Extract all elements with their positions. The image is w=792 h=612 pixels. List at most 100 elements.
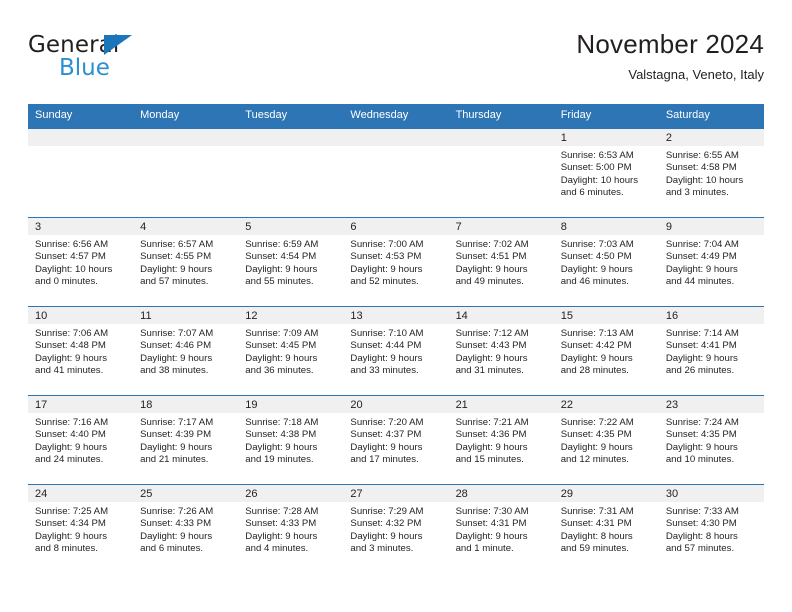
- day-details: Sunrise: 7:16 AM Sunset: 4:40 PM Daylight:…: [28, 413, 133, 467]
- daylight-text-line1: Daylight: 9 hours: [455, 263, 528, 275]
- daylight-text-line2: and 24 minutes.: [35, 454, 104, 466]
- calendar-day-cell[interactable]: 23 Sunrise: 7:24 AM Sunset: 4:35 PM Dayligh…: [658, 395, 764, 485]
- day-details: Sunrise: 7:17 AM Sunset: 4:39 PM Daylight:…: [133, 413, 238, 467]
- sunrise-text: Sunrise: 6:57 AM: [140, 239, 214, 250]
- daylight-text-line2: and 10 minutes.: [665, 454, 735, 466]
- sunrise-text: Sunrise: 7:28 AM: [245, 506, 319, 517]
- calendar-day-cell[interactable]: 5 Sunrise: 6:59 AM Sunset: 4:54 PM Daylight…: [238, 217, 344, 307]
- calendar-day-cell[interactable]: 10 Sunrise: 7:06 AM Sunset: 4:48 PM Dayligh…: [28, 306, 134, 396]
- sunset-text: Sunset: 5:00 PM: [560, 162, 632, 174]
- day-number: 13: [343, 307, 449, 324]
- sunrise-text: Sunrise: 6:55 AM: [665, 150, 739, 161]
- calendar-day-cell[interactable]: 21 Sunrise: 7:21 AM Sunset: 4:36 PM Dayligh…: [448, 395, 554, 485]
- calendar-day-cell[interactable]: 17 Sunrise: 7:16 AM Sunset: 4:40 PM Dayligh…: [28, 395, 134, 485]
- day-number: 7: [448, 218, 554, 235]
- weekday-header-saturday: Saturday: [658, 104, 764, 129]
- calendar-day-cell[interactable]: 22 Sunrise: 7:22 AM Sunset: 4:35 PM Dayligh…: [553, 395, 659, 485]
- sunrise-text: Sunrise: 7:21 AM: [455, 417, 529, 428]
- logo-triangle-icon: [104, 35, 132, 55]
- daylight-text-line2: and 55 minutes.: [245, 276, 314, 288]
- daylight-text-line1: Daylight: 9 hours: [350, 441, 423, 453]
- daylight-text-line2: and 46 minutes.: [560, 276, 629, 288]
- calendar-day-cell[interactable]: 7 Sunrise: 7:02 AM Sunset: 4:51 PM Daylight…: [448, 217, 554, 307]
- daylight-text-line1: Daylight: 10 hours: [560, 174, 639, 186]
- calendar-day-cell[interactable]: 25 Sunrise: 7:26 AM Sunset: 4:33 PM Dayligh…: [133, 484, 239, 573]
- day-details: Sunrise: 6:53 AM Sunset: 5:00 PM Daylight:…: [554, 146, 659, 200]
- daylight-text-line2: and 41 minutes.: [35, 365, 104, 377]
- calendar-day-cell[interactable]: 15 Sunrise: 7:13 AM Sunset: 4:42 PM Dayligh…: [553, 306, 659, 396]
- calendar-day-cell[interactable]: 19 Sunrise: 7:18 AM Sunset: 4:38 PM Dayligh…: [238, 395, 344, 485]
- sunrise-text: Sunrise: 7:07 AM: [140, 328, 214, 339]
- daylight-text-line1: Daylight: 9 hours: [140, 441, 213, 453]
- calendar-day-cell[interactable]: 11 Sunrise: 7:07 AM Sunset: 4:46 PM Dayligh…: [133, 306, 239, 396]
- calendar-day-cell[interactable]: 29 Sunrise: 7:31 AM Sunset: 4:31 PM Dayligh…: [553, 484, 659, 573]
- calendar-day-cell[interactable]: 16 Sunrise: 7:14 AM Sunset: 4:41 PM Dayligh…: [658, 306, 764, 396]
- daylight-text-line2: and 52 minutes.: [350, 276, 419, 288]
- day-details: Sunrise: 7:14 AM Sunset: 4:41 PM Daylight:…: [659, 324, 764, 378]
- daylight-text-line1: Daylight: 9 hours: [245, 352, 318, 364]
- day-number: 21: [448, 396, 554, 413]
- calendar-day-cell-empty: [343, 128, 449, 218]
- calendar-week-row: 24 Sunrise: 7:25 AM Sunset: 4:34 PM Dayligh…: [28, 484, 764, 573]
- daylight-text-line1: Daylight: 9 hours: [560, 352, 633, 364]
- day-number: 14: [448, 307, 554, 324]
- day-number: 27: [343, 485, 449, 502]
- sunrise-text: Sunrise: 7:16 AM: [35, 417, 109, 428]
- sunset-text: Sunset: 4:43 PM: [455, 340, 527, 352]
- calendar-day-cell[interactable]: 28 Sunrise: 7:30 AM Sunset: 4:31 PM Dayligh…: [448, 484, 554, 573]
- calendar-day-cell[interactable]: 12 Sunrise: 7:09 AM Sunset: 4:45 PM Dayligh…: [238, 306, 344, 396]
- sunrise-text: Sunrise: 7:12 AM: [455, 328, 529, 339]
- calendar-day-cell[interactable]: 30 Sunrise: 7:33 AM Sunset: 4:30 PM Dayligh…: [658, 484, 764, 573]
- daylight-text-line2: and 33 minutes.: [350, 365, 419, 377]
- sunset-text: Sunset: 4:32 PM: [350, 518, 422, 530]
- sunset-text: Sunset: 4:45 PM: [245, 340, 317, 352]
- calendar-day-cell[interactable]: 13 Sunrise: 7:10 AM Sunset: 4:44 PM Dayligh…: [343, 306, 449, 396]
- sunrise-text: Sunrise: 7:22 AM: [560, 417, 634, 428]
- day-details: Sunrise: 6:57 AM Sunset: 4:55 PM Daylight:…: [133, 235, 238, 289]
- calendar-day-cell[interactable]: 24 Sunrise: 7:25 AM Sunset: 4:34 PM Dayligh…: [28, 484, 134, 573]
- daylight-text-line2: and 49 minutes.: [455, 276, 524, 288]
- calendar-day-cell[interactable]: 26 Sunrise: 7:28 AM Sunset: 4:33 PM Dayligh…: [238, 484, 344, 573]
- calendar-day-cell[interactable]: 2 Sunrise: 6:55 AM Sunset: 4:58 PM Daylight…: [658, 128, 764, 218]
- calendar-day-cell[interactable]: 9 Sunrise: 7:04 AM Sunset: 4:49 PM Daylight…: [658, 217, 764, 307]
- day-number: 12: [238, 307, 344, 324]
- day-number: 17: [28, 396, 134, 413]
- sunset-text: Sunset: 4:44 PM: [350, 340, 422, 352]
- day-number: 15: [553, 307, 659, 324]
- sunrise-text: Sunrise: 7:14 AM: [665, 328, 739, 339]
- sunset-text: Sunset: 4:33 PM: [140, 518, 212, 530]
- day-details: Sunrise: 7:21 AM Sunset: 4:36 PM Daylight:…: [449, 413, 554, 467]
- sunset-text: Sunset: 4:57 PM: [35, 251, 106, 263]
- day-number: 30: [658, 485, 764, 502]
- calendar-day-cell[interactable]: 18 Sunrise: 7:17 AM Sunset: 4:39 PM Dayligh…: [133, 395, 239, 485]
- calendar-day-cell[interactable]: 8 Sunrise: 7:03 AM Sunset: 4:50 PM Daylight…: [553, 217, 659, 307]
- general-blue-logo[interactable]: General Blue: [28, 32, 258, 90]
- sunset-text: Sunset: 4:41 PM: [665, 340, 737, 352]
- weekday-header-friday: Friday: [553, 104, 659, 129]
- calendar-day-cell[interactable]: 27 Sunrise: 7:29 AM Sunset: 4:32 PM Dayligh…: [343, 484, 449, 573]
- day-details: Sunrise: 7:20 AM Sunset: 4:37 PM Daylight:…: [343, 413, 448, 467]
- calendar-day-cell[interactable]: 4 Sunrise: 6:57 AM Sunset: 4:55 PM Daylight…: [133, 217, 239, 307]
- day-number: 25: [133, 485, 239, 502]
- calendar-week-row: 3 Sunrise: 6:56 AM Sunset: 4:57 PM Daylight…: [28, 217, 764, 307]
- sunset-text: Sunset: 4:35 PM: [560, 429, 632, 441]
- calendar-day-cell[interactable]: 6 Sunrise: 7:00 AM Sunset: 4:53 PM Daylight…: [343, 217, 449, 307]
- daylight-text-line2: and 8 minutes.: [35, 543, 98, 555]
- calendar-day-cell[interactable]: 20 Sunrise: 7:20 AM Sunset: 4:37 PM Dayligh…: [343, 395, 449, 485]
- calendar-day-cell[interactable]: 1 Sunrise: 6:53 AM Sunset: 5:00 PM Daylight…: [553, 128, 659, 218]
- sunset-text: Sunset: 4:51 PM: [455, 251, 527, 263]
- daylight-text-line2: and 17 minutes.: [350, 454, 419, 466]
- daylight-text-line1: Daylight: 9 hours: [665, 263, 738, 275]
- day-number: 4: [133, 218, 239, 235]
- sunrise-text: Sunrise: 7:13 AM: [560, 328, 634, 339]
- daylight-text-line2: and 44 minutes.: [665, 276, 735, 288]
- calendar-day-cell[interactable]: 3 Sunrise: 6:56 AM Sunset: 4:57 PM Daylight…: [28, 217, 134, 307]
- weekday-header-row: Sunday Monday Tuesday Wednesday Thursday Frid…: [28, 104, 764, 129]
- sunset-text: Sunset: 4:42 PM: [560, 340, 632, 352]
- title-block: November 2024 Valstagna, Veneto, Italy: [576, 28, 764, 83]
- sunrise-sunset-calendar: Sunday Monday Tuesday Wednesday Thursday Frid…: [28, 104, 764, 573]
- day-number: 3: [28, 218, 134, 235]
- daylight-text-line1: Daylight: 9 hours: [665, 441, 738, 453]
- calendar-day-cell[interactable]: 14 Sunrise: 7:12 AM Sunset: 4:43 PM Dayligh…: [448, 306, 554, 396]
- sunset-text: Sunset: 4:31 PM: [455, 518, 527, 530]
